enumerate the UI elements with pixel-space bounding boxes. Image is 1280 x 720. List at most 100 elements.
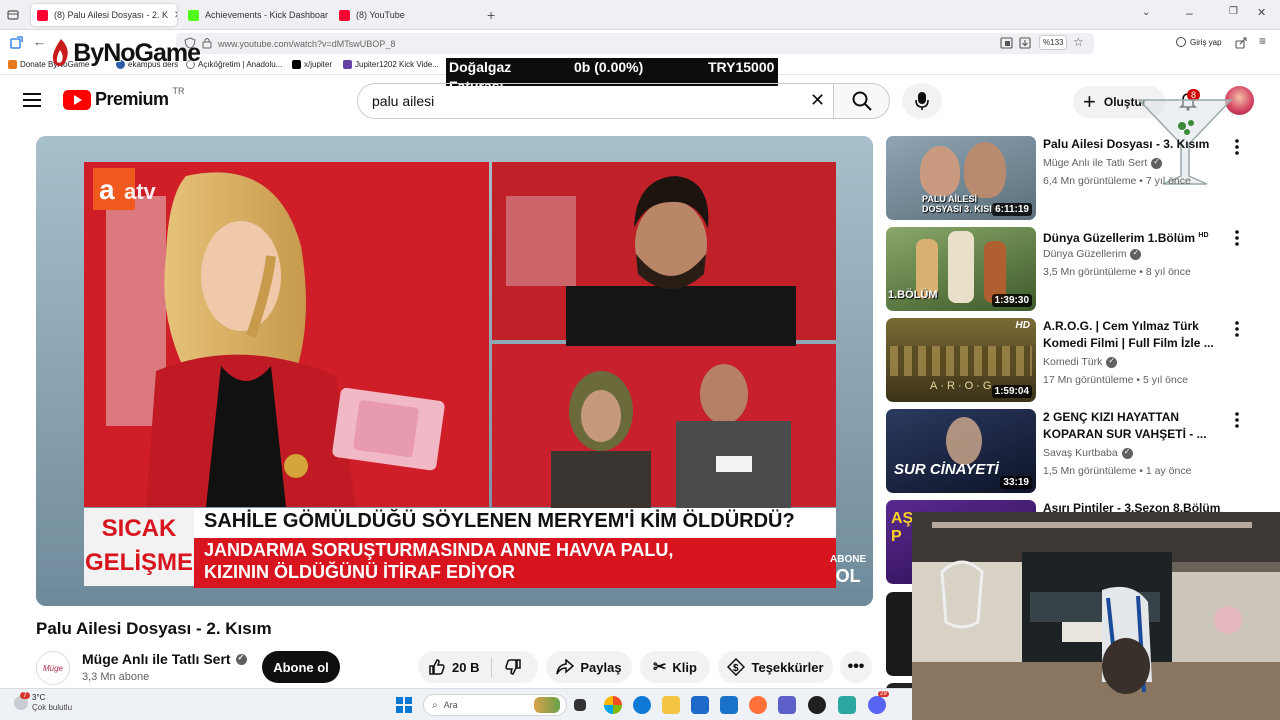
app-icon[interactable] (808, 696, 826, 714)
account-icon (1176, 37, 1186, 47)
recommended-video[interactable]: 1.BÖLÜM 1:39:30 Dünya Güzellerim 1.Bölüm… (886, 227, 1256, 313)
zoom-level[interactable]: %133 (1039, 35, 1068, 50)
voice-search-button[interactable] (902, 83, 942, 119)
clip-button[interactable]: ✂ Klip (640, 651, 710, 683)
hamburger-menu-icon[interactable] (23, 93, 41, 107)
channel-name[interactable]: Komedi Türk (1043, 356, 1118, 368)
more-actions-icon[interactable]: ••• (840, 651, 872, 683)
share-button[interactable]: Paylaş (546, 651, 632, 683)
youtube-premium-logo[interactable]: Premium TR (63, 85, 185, 110)
kick-favicon-icon (188, 9, 199, 21)
thumb-text: A·R·O·G (930, 380, 995, 392)
back-arrow-icon[interactable]: ← (33, 34, 46, 49)
channel-name[interactable]: Savaş Kurtbaba (1043, 447, 1133, 459)
recommended-thumbnail-partial[interactable] (886, 592, 912, 676)
tab-youtube-video[interactable]: (8) Palu Ailesi Dosyası - 2. K ✕ (31, 4, 177, 26)
thumbs-up-icon[interactable] (428, 658, 446, 676)
clear-search-icon[interactable]: ✕ (810, 90, 825, 111)
breaking-tag-line2: GELİŞME (84, 549, 193, 576)
channel-name[interactable]: Dünya Güzellerim (1043, 248, 1142, 260)
search-button[interactable] (833, 83, 890, 119)
bookmark-label: Jupiter1202 Kick Vide... (355, 60, 439, 69)
like-dislike-group: 20 B (418, 651, 538, 683)
minimize-icon[interactable]: – (1186, 6, 1193, 20)
search-icon (852, 91, 872, 111)
maximize-icon[interactable]: ❐ (1229, 6, 1238, 17)
task-view-icon[interactable] (574, 699, 586, 711)
recommended-video[interactable]: SUR CİNAYETİ 33:19 2 GENÇ KIZI HAYATTAN … (886, 409, 1256, 495)
subscribe-button[interactable]: Abone ol (262, 651, 340, 683)
outlook-icon[interactable] (720, 696, 738, 714)
menu-icon[interactable]: ≡ (1259, 34, 1266, 48)
plus-icon: + (1083, 89, 1096, 114)
breaking-news-tag: SICAK GELİŞME (84, 512, 194, 580)
bookmark-item[interactable]: Jupiter1202 Kick Vide... (343, 60, 439, 69)
tab-label: Achievements - Kick Dashboard (205, 10, 328, 20)
ticker-progress: 0b (0.00%) (574, 59, 644, 75)
video-duration: 33:19 (1000, 476, 1032, 489)
video-duration: 6:11:19 (992, 203, 1032, 216)
new-tab-icon[interactable]: + (487, 7, 495, 23)
video-thumbnail[interactable]: PALU AİLESİ DOSYASI 3. KISIM 6:11:19 (886, 136, 1036, 220)
thumb-figure (948, 231, 974, 303)
file-explorer-icon[interactable] (662, 696, 680, 714)
youtube-header: Premium TR palu ailesi ✕ + Oluştur 8 (0, 76, 1280, 185)
video-thumbnail[interactable]: SUR CİNAYETİ 33:19 (886, 409, 1036, 493)
copilot-icon[interactable] (604, 696, 622, 714)
channel-name-text: Komedi Türk (1043, 356, 1103, 368)
channel-avatar[interactable]: Müge (36, 651, 70, 685)
address-bar[interactable]: www.youtube.com/watch?v=dMTswUBOP_8 (176, 33, 1094, 54)
screenshot-icon[interactable] (1000, 37, 1013, 49)
video-thumbnail[interactable]: 1.BÖLÜM 1:39:30 (886, 227, 1036, 311)
more-options-icon[interactable] (1230, 138, 1244, 156)
bookmark-item[interactable]: x/jupiter (292, 60, 332, 69)
recommended-video[interactable]: PALU AİLESİ DOSYASI 3. KISIM 6:11:19 Pal… (886, 136, 1256, 222)
store-icon[interactable] (691, 696, 709, 714)
video-title: Palu Ailesi Dosyası - 2. Kısım (36, 619, 272, 638)
app-icon[interactable] (838, 696, 856, 714)
teams-icon[interactable] (778, 696, 796, 714)
video-title: A.R.O.G. | Cem Yılmaz Türk Komedi Filmi … (1043, 319, 1214, 350)
video-thumbnail[interactable]: A·R·O·G HD 1:59:04 (886, 318, 1036, 402)
lock-icon[interactable] (202, 37, 212, 49)
thumb-face (964, 142, 1006, 198)
more-options-icon[interactable] (1230, 411, 1244, 429)
bookmark-item[interactable]: Açıköğretim | Anadolu... (186, 60, 282, 69)
download-icon[interactable] (1019, 37, 1031, 49)
sign-in-button[interactable]: Giriş yap (1176, 37, 1222, 47)
video-meta: 6,4 Mn görüntüleme • 7 yıl önce (1043, 175, 1191, 187)
streamer-webcam (912, 512, 1280, 720)
extensions-icon[interactable] (10, 36, 23, 49)
tab-list-icon[interactable] (7, 9, 19, 21)
close-tab-icon[interactable]: ✕ (174, 10, 177, 21)
video-title: 2 GENÇ KIZI HAYATTAN KOPARAN SUR VAHŞETİ… (1043, 410, 1207, 441)
thanks-button[interactable]: $ Teşekkürler (718, 651, 833, 683)
share-page-icon[interactable] (1235, 37, 1247, 49)
like-count[interactable]: 20 B (452, 660, 479, 675)
thumbs-down-icon[interactable] (504, 658, 522, 676)
video-player[interactable]: a atv SICAK GELİŞME SAHİLE GÖMÜLDÜĞÜ SÖY… (36, 136, 873, 606)
video-duration: 1:59:04 (991, 385, 1032, 398)
tab-youtube-home[interactable]: (8) YouTube (333, 4, 479, 26)
more-options-icon[interactable] (1230, 229, 1244, 247)
search-input[interactable]: palu ailesi ✕ (357, 83, 833, 119)
tab-overflow-chevron-icon[interactable]: ⌄ (1142, 7, 1150, 18)
logo-region: TR (172, 85, 185, 96)
corner-tag-2: OL (835, 566, 861, 586)
windows-start-icon[interactable] (396, 697, 412, 713)
channel-name-text: Dünya Güzellerim (1043, 248, 1127, 260)
weather-widget[interactable]: 7 3°C Çok bulutlu (14, 692, 72, 713)
tab-kick-dashboard[interactable]: Achievements - Kick Dashboard ✕ (182, 4, 328, 26)
channel-name[interactable]: Müge Anlı ile Tatlı Sert (1043, 157, 1163, 169)
edge-icon[interactable] (633, 696, 651, 714)
bookmark-star-icon[interactable]: ☆ (1073, 35, 1084, 49)
firefox-icon[interactable] (749, 696, 767, 714)
discord-icon[interactable]: 29 (868, 691, 889, 714)
more-options-icon[interactable] (1230, 320, 1244, 338)
video-title: Dünya Güzellerim 1.Bölüm HD (1043, 227, 1223, 247)
taskbar-search-input[interactable]: ⌕ Ara (423, 694, 567, 716)
channel-name[interactable]: Müge Anlı ile Tatlı Sert (82, 651, 247, 667)
close-window-icon[interactable]: ✕ (1257, 6, 1266, 19)
browser-tab-bar: (8) Palu Ailesi Dosyası - 2. K ✕ Achieve… (0, 0, 1280, 30)
recommended-video[interactable]: A·R·O·G HD 1:59:04 A.R.O.G. | Cem Yılmaz… (886, 318, 1256, 404)
